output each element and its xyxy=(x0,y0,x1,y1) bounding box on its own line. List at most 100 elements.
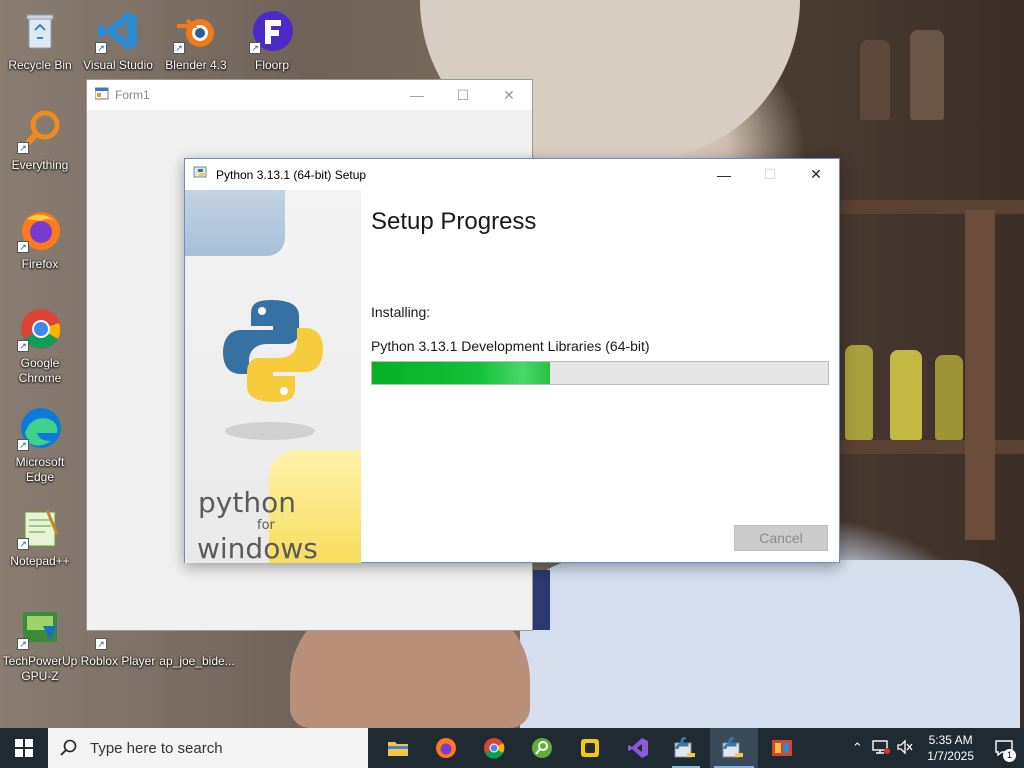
python-setup-icon xyxy=(674,737,695,758)
desktop-icon-label: TechPowerUp GPU-Z xyxy=(2,654,78,683)
form1-app-icon xyxy=(94,86,109,105)
network-icon[interactable] xyxy=(869,739,893,758)
taskbar-search-box[interactable]: Type here to search xyxy=(48,728,368,768)
shortcut-arrow-icon: ↗ xyxy=(17,340,29,352)
visual-studio-icon xyxy=(628,738,648,758)
photo-app-icon xyxy=(772,740,792,756)
edge-icon: ↗ xyxy=(17,405,63,451)
sticky-app-icon xyxy=(581,739,599,757)
blender-icon: ↗ xyxy=(173,8,219,54)
notepadpp-icon: ↗ xyxy=(17,504,63,550)
page-title: Setup Progress xyxy=(371,208,537,235)
taskbar-python-setup[interactable] xyxy=(662,728,710,768)
desktop-icon-recycle-bin[interactable]: Recycle Bin xyxy=(0,4,80,73)
wallpaper-bottle xyxy=(860,40,890,120)
notification-center-button[interactable]: 1 xyxy=(984,728,1024,768)
everything-icon: ↗ xyxy=(17,108,63,154)
desktop-icon-blender[interactable]: ↗ Blender 4.3 xyxy=(156,4,236,73)
taskbar-chrome[interactable] xyxy=(470,728,518,768)
clock[interactable]: 5:35 AM 1/7/2025 xyxy=(917,732,984,764)
clock-time: 5:35 AM xyxy=(928,733,973,747)
chevron-up-icon[interactable]: ⌃ xyxy=(845,740,869,756)
system-tray: ⌃ 5:35 AM 1/7/2025 1 xyxy=(845,728,1024,768)
firefox-icon: ↗ xyxy=(17,207,63,253)
python-installer-icon xyxy=(193,164,209,185)
shortcut-arrow-icon: ↗ xyxy=(95,42,107,54)
wallpaper-post xyxy=(965,210,995,540)
shortcut-arrow-icon: ↗ xyxy=(249,42,261,54)
logo-shadow xyxy=(225,422,315,440)
taskbar-python-setup-active[interactable] xyxy=(710,728,758,768)
desktop-icon-notepadpp[interactable]: ↗ Notepad++ xyxy=(0,500,80,569)
desktop-icon-label: Notepad++ xyxy=(10,554,70,568)
desktop-icon-label: Visual Studio Code xyxy=(83,58,153,72)
shortcut-arrow-icon: ↗ xyxy=(17,241,29,253)
desktop-icon-label: Google Chrome xyxy=(18,356,62,385)
close-button[interactable]: ✕ xyxy=(793,159,839,190)
desktop-icon-label: Floorp xyxy=(254,58,289,72)
taskbar-visual-studio[interactable] xyxy=(614,728,662,768)
cancel-button: Cancel xyxy=(734,525,828,551)
maximize-button: ☐ xyxy=(763,166,777,182)
file-explorer-icon xyxy=(388,742,408,756)
banner-blue-shape xyxy=(185,190,285,256)
vscode-icon: ↗ xyxy=(95,8,141,54)
wallpaper-shirt xyxy=(520,560,1020,728)
wallpaper-bottle xyxy=(910,30,944,120)
minimize-button[interactable]: — xyxy=(394,80,440,110)
form1-titlebar[interactable]: Form1 — ☐ ✕ xyxy=(87,80,532,110)
everything-icon xyxy=(532,738,552,758)
wallpaper-bottle xyxy=(890,350,922,440)
start-button[interactable] xyxy=(0,728,48,768)
desktop-icon-label: Microsoft Edge xyxy=(15,455,65,484)
shortcut-arrow-icon: ↗ xyxy=(17,439,29,451)
windows-logo-icon xyxy=(15,739,33,757)
banner-text-for: for xyxy=(257,518,275,533)
close-button[interactable]: ✕ xyxy=(486,80,532,110)
maximize-button[interactable]: ☐ xyxy=(440,80,486,110)
desktop-icon-vscode[interactable]: ↗ Visual Studio Code xyxy=(78,4,158,73)
desktop-icon-gpuz[interactable]: ↗ TechPowerUp GPU-Z xyxy=(0,600,80,684)
wallpaper-bottle xyxy=(935,355,963,440)
floorp-icon: ↗ xyxy=(249,8,295,54)
setup-content: Setup Progress Installing: Python 3.13.1… xyxy=(371,190,839,562)
taskbar: Type here to search ⌃ 5:35 AM 1/7/2025 1 xyxy=(0,728,1024,768)
install-progress-bar xyxy=(371,361,829,385)
notification-count-badge: 1 xyxy=(1003,748,1016,762)
progress-fill xyxy=(372,362,550,384)
desktop-icon-label: ap_joe_bide... xyxy=(159,654,235,668)
setup-title: Python 3.13.1 (64-bit) Setup xyxy=(216,167,367,182)
setup-titlebar[interactable]: Python 3.13.1 (64-bit) Setup — ☐ ✕ xyxy=(185,159,839,190)
desktop-icon-label: Firefox xyxy=(21,257,59,271)
desktop-icon-firefox[interactable]: ↗ Firefox xyxy=(0,203,80,272)
taskbar-everything[interactable] xyxy=(518,728,566,768)
shortcut-arrow-icon: ↗ xyxy=(95,638,107,650)
python-setup-active-icon xyxy=(722,737,743,758)
python-setup-window[interactable]: Python 3.13.1 (64-bit) Setup — ☐ ✕ pytho… xyxy=(184,158,840,563)
volume-muted-icon[interactable] xyxy=(893,738,917,758)
firefox-icon xyxy=(436,738,456,758)
banner-text-windows: windows xyxy=(197,532,318,563)
current-install-item: Python 3.13.1 Development Libraries (64-… xyxy=(371,338,650,354)
chrome-icon xyxy=(484,738,505,759)
desktop-icon-floorp[interactable]: ↗ Floorp xyxy=(232,4,312,73)
taskbar-file-explorer[interactable] xyxy=(374,728,422,768)
desktop-icon-label: Roblox Player xyxy=(80,654,156,668)
shortcut-arrow-icon: ↗ xyxy=(173,42,185,54)
desktop-icon-edge[interactable]: ↗ Microsoft Edge xyxy=(0,401,80,485)
shortcut-arrow-icon: ↗ xyxy=(17,638,29,650)
taskbar-sticky-app[interactable] xyxy=(566,728,614,768)
desktop-icon-everything[interactable]: ↗ Everything xyxy=(0,104,80,173)
desktop-icon-label: Blender 4.3 xyxy=(165,58,227,72)
desktop-icon-label: Everything xyxy=(11,158,69,172)
shortcut-arrow-icon: ↗ xyxy=(17,538,29,550)
python-logo-icon xyxy=(221,298,325,409)
desktop-icon-label: Recycle Bin xyxy=(8,58,72,72)
wallpaper-bottle xyxy=(845,345,873,440)
shortcut-arrow-icon: ↗ xyxy=(17,142,29,154)
minimize-button[interactable]: — xyxy=(701,159,747,190)
desktop-icon-chrome[interactable]: ↗ Google Chrome xyxy=(0,302,80,386)
taskbar-photo-app[interactable] xyxy=(758,728,806,768)
taskbar-firefox[interactable] xyxy=(422,728,470,768)
chrome-icon: ↗ xyxy=(17,306,63,352)
